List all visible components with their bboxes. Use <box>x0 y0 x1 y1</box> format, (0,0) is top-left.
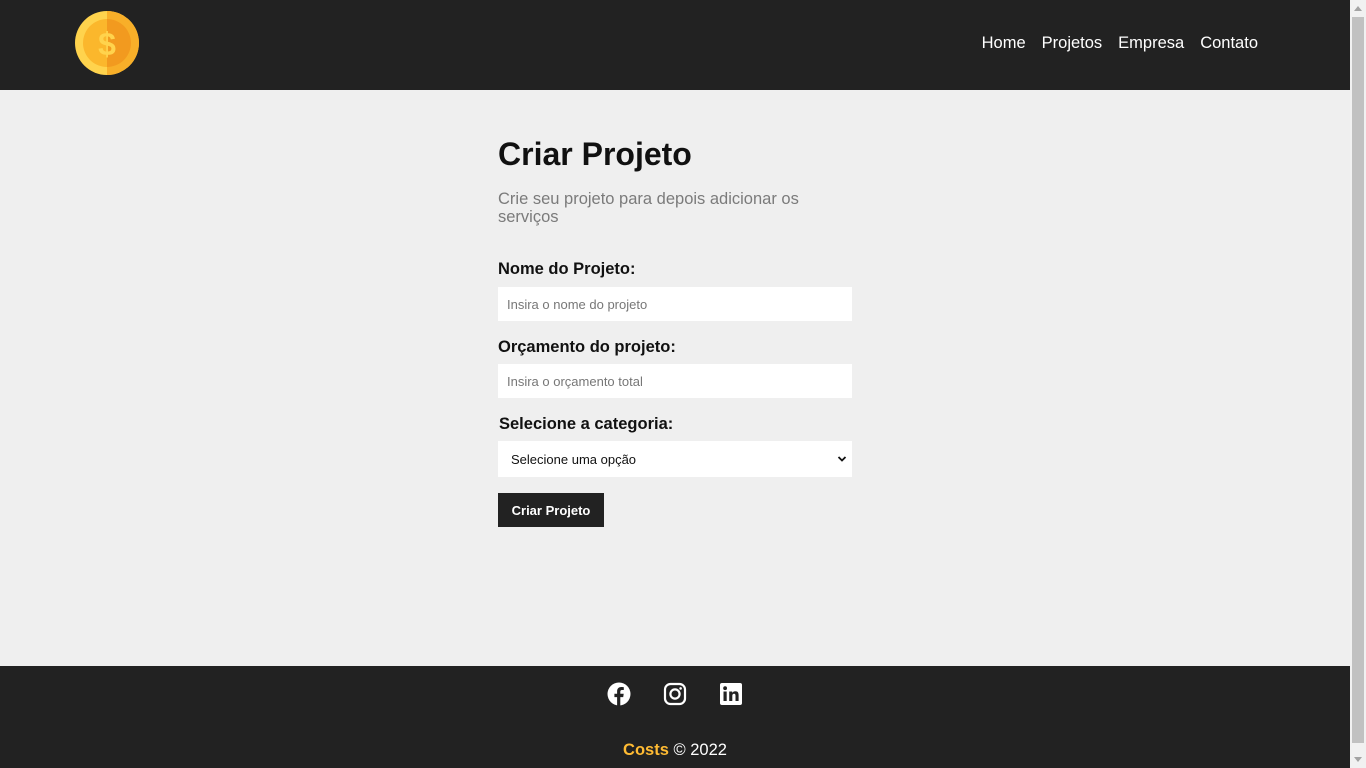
dollar-coin-icon[interactable]: $ <box>75 11 139 75</box>
navbar: $ Home Projetos Empresa Contato <box>0 0 1350 90</box>
page-title: Criar Projeto <box>498 136 692 172</box>
project-name-input[interactable] <box>498 287 852 321</box>
instagram-icon <box>663 682 687 706</box>
scroll-thumb[interactable] <box>1352 17 1364 743</box>
nav-link-home[interactable]: Home <box>982 34 1026 52</box>
copyright: Costs © 2022 <box>0 741 1350 760</box>
nav-links: Home Projetos Empresa Contato <box>982 34 1258 53</box>
social-links <box>607 682 743 706</box>
new-project-form: Criar Projeto Crie seu projeto para depo… <box>498 136 852 527</box>
scroll-up-arrow-icon[interactable] <box>1354 6 1362 11</box>
category-select[interactable]: Selecione uma opção <box>498 441 852 477</box>
social-facebook[interactable] <box>607 682 631 706</box>
copyright-text: © 2022 <box>673 741 727 759</box>
create-project-button[interactable]: Criar Projeto <box>498 493 604 527</box>
nav-link-empresa[interactable]: Empresa <box>1118 34 1184 52</box>
nav-link-projetos[interactable]: Projetos <box>1042 34 1103 52</box>
nav-link-contato[interactable]: Contato <box>1200 34 1258 52</box>
category-label: Selecione a categoria: <box>499 415 674 433</box>
category-select-value: Selecione uma opção <box>511 451 637 467</box>
scroll-down-arrow-icon[interactable] <box>1354 757 1362 762</box>
page-subtitle: Crie seu projeto para depois adicionar o… <box>498 190 799 226</box>
brand-name: Costs <box>623 741 669 759</box>
project-name-label: Nome do Projeto: <box>498 260 636 278</box>
social-instagram[interactable] <box>663 682 687 706</box>
main-content: Criar Projeto Crie seu projeto para depo… <box>0 90 1350 666</box>
project-budget-input[interactable] <box>498 364 852 398</box>
footer: Costs © 2022 <box>0 666 1350 768</box>
linkedin-icon <box>720 683 742 705</box>
chevron-down-icon <box>837 456 847 462</box>
page-scrollbar[interactable] <box>1350 0 1366 768</box>
svg-text:$: $ <box>98 26 116 62</box>
social-linkedin[interactable] <box>719 682 743 706</box>
facebook-icon <box>607 682 631 706</box>
project-budget-label: Orçamento do projeto: <box>498 338 676 356</box>
